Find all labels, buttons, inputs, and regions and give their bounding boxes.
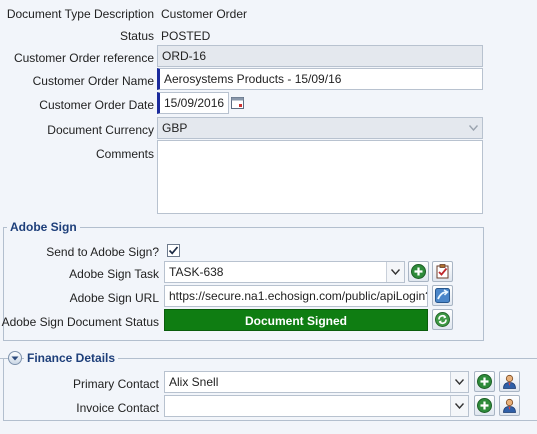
- reference-label: Customer Order reference: [13, 51, 154, 65]
- collapse-icon[interactable]: [8, 351, 22, 365]
- add-icon: [477, 398, 492, 413]
- add-task-button[interactable]: [408, 261, 429, 282]
- add-primary-contact-button[interactable]: [474, 371, 495, 392]
- order-date-value: 15/09/2016: [164, 96, 225, 110]
- view-invoice-contact-button[interactable]: [499, 395, 520, 416]
- view-primary-contact-button[interactable]: [499, 371, 520, 392]
- url-value: https://secure.na1.echosign.com/public/a…: [169, 289, 428, 303]
- status-value: POSTED: [161, 29, 211, 43]
- add-icon: [477, 374, 492, 389]
- document-status-badge: Document Signed: [164, 309, 428, 331]
- add-icon: [411, 264, 426, 279]
- view-task-button[interactable]: [432, 261, 453, 282]
- date-label: Customer Order Date: [39, 98, 154, 112]
- comments-textarea[interactable]: [157, 140, 483, 214]
- finance-border-left: [3, 358, 4, 420]
- add-invoice-contact-button[interactable]: [474, 395, 495, 416]
- name-label: Customer Order Name: [32, 74, 154, 88]
- adobe-sign-title: Adobe Sign: [7, 220, 80, 234]
- doc-type-value: Customer Order: [161, 7, 248, 21]
- reference-field: ORD-16: [157, 45, 483, 67]
- currency-select: GBP: [157, 117, 483, 139]
- task-value: TASK-638: [169, 265, 224, 279]
- status-label: Status: [119, 29, 154, 43]
- refresh-icon: [435, 312, 450, 327]
- open-url-button[interactable]: [432, 285, 453, 306]
- order-name-input[interactable]: Aerosystems Products - 15/09/16: [157, 68, 483, 90]
- order-date-input[interactable]: 15/09/2016: [157, 92, 229, 114]
- chevron-down-icon[interactable]: [450, 372, 468, 392]
- send-to-adobe-checkbox[interactable]: [167, 244, 180, 257]
- adobe-url-input[interactable]: https://secure.na1.echosign.com/public/a…: [164, 285, 428, 307]
- finance-title: Finance Details: [24, 351, 119, 365]
- chevron-down-icon[interactable]: [386, 262, 404, 282]
- adobe-task-select[interactable]: TASK-638: [164, 261, 405, 283]
- invoice-contact-label: Invoice Contact: [76, 401, 159, 415]
- finance-border-bottom: [3, 420, 537, 421]
- url-label: Adobe Sign URL: [69, 291, 159, 305]
- person-icon: [503, 374, 516, 389]
- primary-contact-select[interactable]: Alix Snell: [164, 371, 469, 393]
- clipboard-check-icon: [436, 264, 449, 279]
- chevron-down-icon: [465, 118, 482, 138]
- chevron-down-icon[interactable]: [450, 396, 468, 416]
- person-icon: [503, 398, 516, 413]
- calendar-icon[interactable]: [229, 93, 245, 111]
- refresh-status-button[interactable]: [432, 309, 453, 330]
- currency-label: Document Currency: [47, 123, 154, 137]
- doc-type-label: Document Type Description: [6, 7, 154, 21]
- invoice-contact-select[interactable]: [164, 395, 469, 417]
- primary-contact-label: Primary Contact: [72, 377, 159, 391]
- order-name-value: Aerosystems Products - 15/09/16: [164, 72, 342, 86]
- reference-value: ORD-16: [162, 49, 207, 63]
- comments-label: Comments: [95, 147, 154, 161]
- send-label: Send to Adobe Sign?: [46, 245, 159, 259]
- task-label: Adobe Sign Task: [69, 267, 159, 281]
- open-link-icon: [435, 288, 450, 303]
- doc-status-label: Adobe Sign Document Status: [1, 315, 159, 329]
- primary-contact-value: Alix Snell: [169, 375, 219, 389]
- currency-value: GBP: [162, 121, 188, 135]
